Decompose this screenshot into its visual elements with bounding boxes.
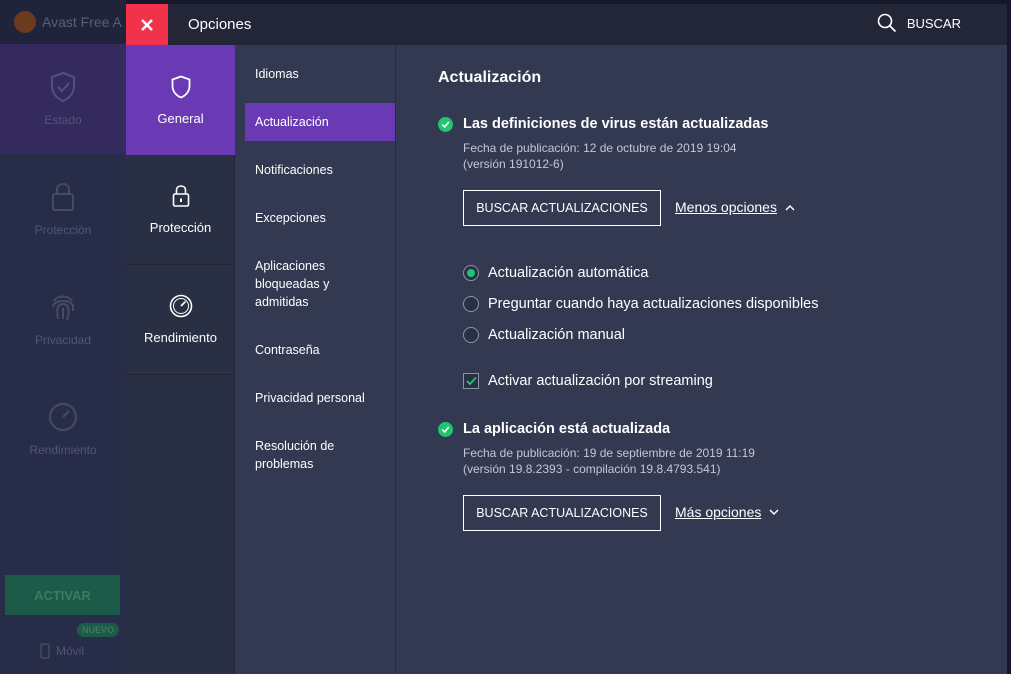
category-rendimiento[interactable]: Rendimiento	[126, 265, 235, 375]
background-nav-label: Protección	[34, 223, 92, 237]
background-nav-label: Privacidad	[34, 333, 92, 347]
submenu-item-label: Actualización	[255, 115, 329, 129]
close-button[interactable]	[126, 4, 168, 45]
search-button[interactable]: BUSCAR	[877, 13, 961, 33]
category-label: General	[157, 110, 204, 126]
shield-icon	[171, 75, 190, 98]
section-title: Actualización	[438, 69, 542, 86]
submenu-item-actualizacion[interactable]: Actualización	[245, 103, 395, 141]
application-status-text: La aplicación está actualizada	[463, 421, 671, 437]
search-icon	[877, 13, 896, 33]
background-new-badge: NUEVO	[77, 623, 120, 637]
streaming-update-checkbox[interactable]: Activar actualización por streaming	[463, 373, 713, 389]
dialog-title: Opciones	[188, 16, 252, 33]
radio-selected-icon	[463, 265, 479, 281]
gauge-icon	[49, 403, 77, 431]
background-titlebar: Avast Free A	[0, 0, 126, 44]
virus-definitions-status: Las definiciones de virus están actualiz…	[438, 116, 768, 132]
radio-ask-update[interactable]: Preguntar cuando haya actualizaciones di…	[463, 296, 819, 312]
background-nav-estado: Estado	[0, 44, 126, 154]
close-icon	[141, 18, 153, 31]
radio-manual-update[interactable]: Actualización manual	[463, 327, 625, 343]
window-right-edge	[1007, 0, 1011, 674]
category-general[interactable]: General	[126, 45, 235, 155]
background-nav-label: Rendimiento	[29, 443, 97, 457]
submenu-item-contrasena[interactable]: Contraseña	[245, 341, 395, 359]
category-proteccion[interactable]: Protección	[126, 155, 235, 265]
virus-definitions-date: Fecha de publicación: 12 de octubre de 2…	[463, 141, 737, 155]
more-options-link[interactable]: Más opciones	[675, 504, 779, 520]
check-virus-updates-button[interactable]: BUSCAR ACTUALIZACIONES	[463, 190, 661, 226]
radio-auto-update[interactable]: Actualización automática	[463, 265, 648, 281]
application-status: La aplicación está actualizada	[438, 421, 670, 437]
background-nav-rendimiento: Rendimiento	[0, 374, 126, 484]
radio-unselected-icon	[463, 296, 479, 312]
mobile-icon	[40, 643, 50, 659]
background-nav-proteccion: Protección	[0, 154, 126, 264]
lock-icon	[172, 185, 189, 207]
submenu-item-resolucion[interactable]: Resolución de problemas	[245, 437, 375, 473]
application-date: Fecha de publicación: 19 de septiembre d…	[463, 446, 755, 460]
background-nav-label: Estado	[44, 113, 82, 127]
application-meta: Fecha de publicación: 19 de septiembre d…	[463, 445, 755, 477]
checkbox-label: Activar actualización por streaming	[488, 373, 713, 389]
radio-label: Actualización manual	[488, 327, 626, 343]
chevron-up-icon	[785, 204, 795, 211]
avast-logo-icon	[14, 11, 36, 33]
less-options-link[interactable]: Menos opciones	[675, 199, 795, 215]
gauge-icon	[169, 294, 192, 318]
content-panel: Actualización Las definiciones de virus …	[397, 45, 1007, 674]
background-activate-button: ACTIVAR	[5, 575, 120, 615]
background-nav-privacidad: Privacidad	[0, 264, 126, 374]
submenu-item-aplicaciones[interactable]: Aplicaciones bloqueadas y admitidas	[245, 257, 385, 311]
search-label: BUSCAR	[906, 15, 961, 31]
background-app-title: Avast Free A	[42, 14, 122, 30]
submenu-item-idiomas[interactable]: Idiomas	[245, 65, 395, 83]
virus-definitions-meta: Fecha de publicación: 12 de octubre de 2…	[463, 140, 737, 172]
check-circle-icon	[438, 421, 453, 437]
background-app: Avast Free A Estado Protección Privacida…	[0, 0, 126, 674]
category-column: General Protección Rendimiento	[126, 45, 235, 674]
less-options-label: Menos opciones	[675, 199, 777, 215]
radio-unselected-icon	[463, 327, 479, 343]
virus-definitions-status-text: Las definiciones de virus están actualiz…	[463, 116, 769, 132]
virus-definitions-version: (versión 191012-6)	[463, 157, 564, 171]
more-options-label: Más opciones	[675, 504, 762, 520]
radio-label: Actualización automática	[488, 265, 649, 281]
category-label: Protección	[149, 220, 212, 235]
checkbox-checked-icon	[463, 373, 479, 389]
submenu-column: Idiomas Actualización Notificaciones Exc…	[235, 45, 396, 674]
options-dialog: Opciones BUSCAR General Protección Rendi…	[126, 4, 1007, 674]
category-label: Rendimiento	[144, 330, 217, 345]
check-app-updates-button[interactable]: BUSCAR ACTUALIZACIONES	[463, 495, 661, 531]
radio-label: Preguntar cuando haya actualizaciones di…	[488, 296, 819, 312]
submenu-item-notificaciones[interactable]: Notificaciones	[245, 161, 395, 179]
dialog-header: Opciones BUSCAR	[126, 4, 1007, 45]
application-version: (versión 19.8.2393 - compilación 19.8.47…	[463, 462, 721, 476]
check-circle-icon	[438, 116, 453, 132]
lock-icon	[52, 182, 74, 211]
background-mobile-item: Móvil	[38, 643, 84, 659]
chevron-down-icon	[769, 508, 779, 516]
fingerprint-icon	[52, 295, 74, 321]
shield-check-icon	[51, 71, 75, 103]
background-mobile-label: Móvil	[56, 644, 85, 658]
submenu-item-privacidad[interactable]: Privacidad personal	[245, 389, 395, 407]
submenu-item-excepciones[interactable]: Excepciones	[245, 209, 395, 227]
